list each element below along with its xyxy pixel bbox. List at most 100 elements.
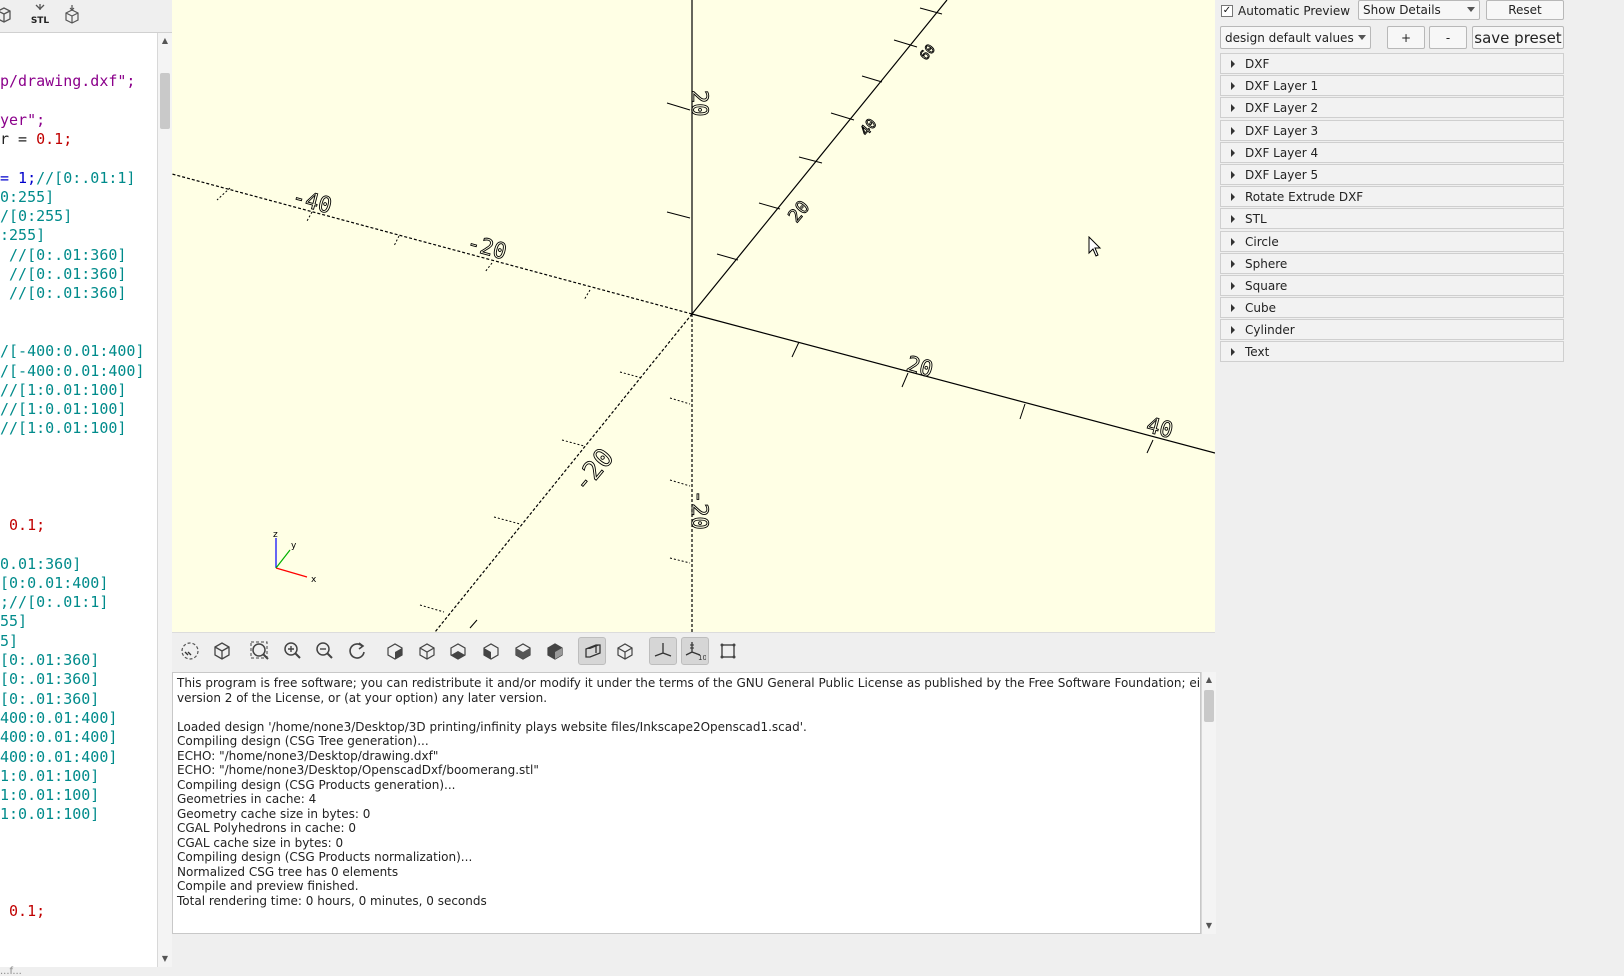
group-header[interactable]: DXF Layer 4 [1220, 141, 1564, 163]
console-line: Compiling design (CSG Products generatio… [177, 777, 456, 792]
group-label: Cylinder [1245, 323, 1295, 338]
export-stl-button[interactable]: STL [28, 3, 52, 27]
group-header[interactable]: STL [1220, 208, 1564, 230]
console-line: Normalized CSG tree has 0 elements [177, 864, 399, 879]
view-left-button[interactable] [477, 637, 505, 665]
view-toolbar: 10 [172, 632, 1215, 671]
axes-drawing: 20 -20 20 40 -20 -40 20 40 60 -20 z y x [172, 0, 1215, 632]
preview-button[interactable] [176, 637, 204, 665]
code-line: 55] [0, 612, 27, 631]
group-header[interactable]: Cylinder [1220, 319, 1564, 341]
save-preset-button[interactable]: save preset [1472, 26, 1564, 49]
group-header[interactable]: Square [1220, 274, 1564, 296]
console-line: Compile and preview finished. [177, 879, 359, 893]
zoom-out-button[interactable] [311, 637, 339, 665]
code-token: //[1:0.01:100] [0, 419, 127, 438]
group-header[interactable]: DXF Layer 1 [1220, 75, 1564, 97]
code-line: yer"; [0, 111, 45, 130]
group-header[interactable]: Rotate Extrude DXF [1220, 186, 1564, 208]
preset-select[interactable]: design default values [1220, 26, 1371, 49]
add-preset-button[interactable]: + [1387, 26, 1425, 49]
zoom-out-icon [316, 642, 333, 659]
group-header[interactable]: DXF Layer 5 [1220, 163, 1564, 185]
chevron-right-icon [1231, 237, 1235, 246]
view-front-button[interactable] [509, 637, 537, 665]
scroll-thumb[interactable] [1204, 690, 1214, 722]
x-axis-positive [691, 313, 1215, 454]
view-back-button[interactable] [541, 637, 569, 665]
code-line: /[-400:0.01:400] [0, 362, 145, 381]
code-line: //[0:.01:360] [0, 284, 126, 303]
group-label: DXF Layer 1 [1245, 79, 1319, 94]
view-all-button[interactable] [246, 637, 274, 665]
reset-button[interactable]: Reset [1486, 0, 1564, 20]
view-right-icon [387, 643, 403, 660]
orthogonal-button[interactable] [611, 637, 639, 665]
code-line: 0.1; [0, 902, 45, 921]
automatic-preview-label: Automatic Preview [1238, 4, 1351, 18]
code-token: :255] [0, 226, 46, 245]
console-line: This program is free software; you can r… [177, 676, 1201, 690]
scroll-up-icon[interactable]: ▲ [1204, 675, 1214, 685]
console-line: Geometry cache size in bytes: 0 [177, 806, 371, 821]
group-header[interactable]: DXF Layer 2 [1220, 97, 1564, 119]
scroll-thumb[interactable] [160, 73, 170, 129]
view-bottom-icon [450, 643, 466, 660]
code-token: //[0:.01:360] [0, 265, 127, 283]
3d-viewport[interactable]: 20 -20 20 40 -20 -40 20 40 60 -20 z y x [172, 0, 1215, 632]
code-token: 400:0.01:400] [0, 728, 118, 747]
code-line: ;//[0:.01:1] [0, 593, 108, 612]
show-edges-button[interactable] [714, 637, 742, 665]
group-label: Square [1245, 278, 1288, 293]
show-axes-button[interactable] [649, 637, 677, 665]
code-token: 1:0.01:100] [0, 805, 100, 824]
view-front-icon [515, 643, 531, 660]
code-line: [0:.01:360] [0, 690, 99, 709]
group-label: DXF Layer 3 [1245, 123, 1319, 138]
show-scale-markers-button[interactable]: 10 [681, 637, 709, 665]
code-line: 1:0.01:100] [0, 786, 99, 805]
group-header[interactable]: DXF [1220, 53, 1564, 74]
group-header[interactable]: Circle [1220, 230, 1564, 252]
editor-scrollbar[interactable]: ▲ ▼ [157, 33, 172, 967]
group-label: DXF Layer 4 [1245, 145, 1319, 160]
group-header[interactable]: Text [1220, 341, 1564, 363]
reset-view-button[interactable] [343, 637, 371, 665]
group-label: Cube [1245, 301, 1276, 316]
z-label-neg20: -20 [686, 490, 711, 530]
view-right-button[interactable] [381, 637, 409, 665]
group-header[interactable]: DXF Layer 3 [1220, 119, 1564, 141]
editor-toolbar: STL [0, 0, 172, 33]
perspective-button[interactable] [578, 637, 606, 665]
render-button[interactable] [208, 637, 236, 665]
console-scrollbar[interactable]: ▲ ▼ [1201, 672, 1216, 934]
zoom-in-button[interactable] [279, 637, 307, 665]
code-line: p/drawing.dxf"; [0, 72, 135, 91]
axis-ticks [216, 7, 1154, 629]
view-top-button[interactable] [413, 637, 441, 665]
group-header[interactable]: Sphere [1220, 252, 1564, 274]
scroll-up-icon[interactable]: ▲ [160, 36, 170, 46]
code-line: //[1:0.01:100] [0, 400, 126, 419]
scroll-down-icon[interactable]: ▼ [160, 954, 170, 964]
panel-footer [1215, 934, 1566, 976]
scroll-down-icon[interactable]: ▼ [1204, 921, 1214, 931]
chevron-right-icon [1231, 215, 1235, 224]
view-bottom-button[interactable] [444, 637, 472, 665]
view-top-icon [419, 643, 435, 660]
cube-open-icon[interactable] [0, 3, 16, 27]
send-to-printer-icon[interactable] [60, 3, 84, 27]
code-line: //[1:0.01:100] [0, 381, 126, 400]
code-editor[interactable]: p/drawing.dxf"; yer"; r = 0.1; = 1;//[0:.01… [0, 33, 157, 967]
code-line: 1:0.01:100] [0, 805, 99, 824]
automatic-preview-checkbox[interactable]: ✓ Automatic Preview [1221, 3, 1350, 19]
code-line: = 1;//[0:.01:1] [0, 169, 135, 188]
code-token: 1:0.01:100] [0, 786, 100, 805]
group-header[interactable]: Cube [1220, 297, 1564, 319]
remove-preset-button[interactable]: - [1429, 26, 1467, 49]
show-details-select[interactable]: Show Details [1358, 0, 1480, 20]
chevron-right-icon [1231, 259, 1235, 268]
code-line: 400:0.01:400] [0, 728, 117, 747]
checkbox[interactable]: ✓ [1221, 5, 1233, 17]
console-output[interactable]: This program is free software; you can r… [172, 672, 1201, 934]
